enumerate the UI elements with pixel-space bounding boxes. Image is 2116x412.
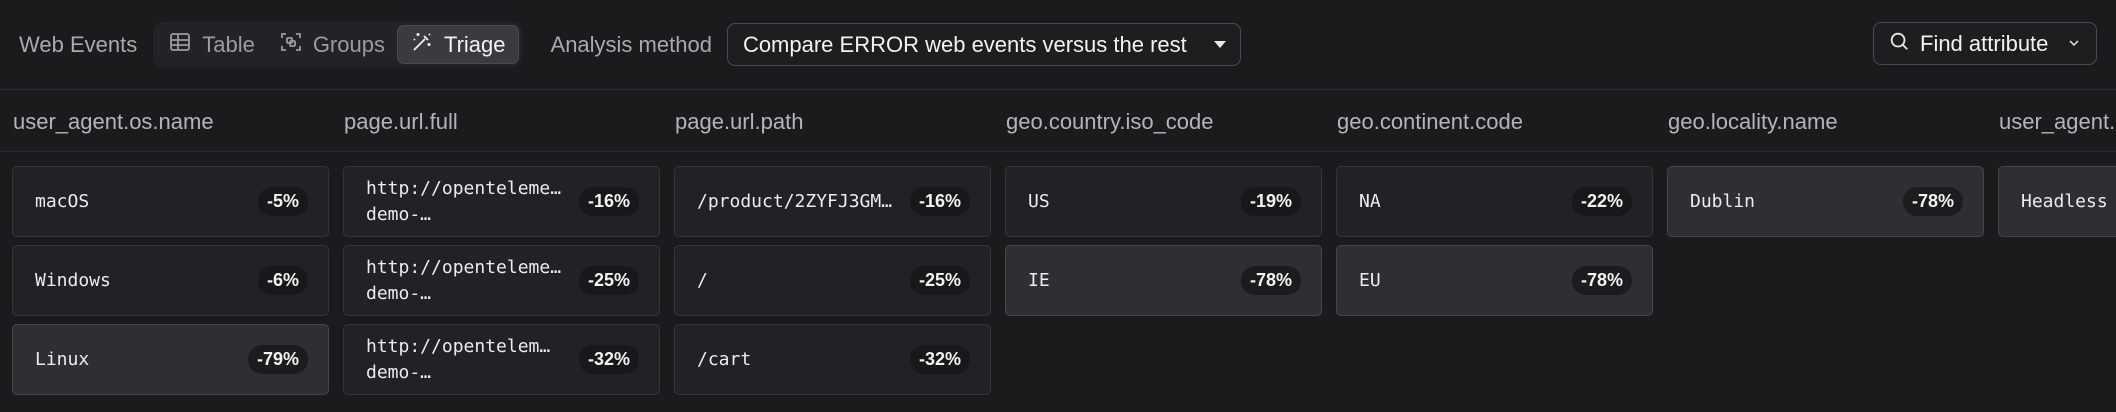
cell-value: http://opentelem… demo-… [366,334,550,386]
cell-value-line: demo-… [366,361,432,383]
column-header: user_agent.os.name [13,109,214,134]
attribute-column: /product/2ZYFJ3GM… -16% / -25% /cart -32… [674,166,991,403]
cell-value: IE [1028,270,1050,291]
value-cell[interactable]: Windows -6% [12,245,329,316]
percent-badge: -16% [909,187,970,216]
value-cell[interactable]: NA -22% [1336,166,1653,237]
column-header-row: user_agent.os.name page.url.full page.ur… [0,92,2116,152]
tab-triage[interactable]: Triage [396,25,519,64]
tab-groups-label: Groups [312,31,385,57]
percent-badge: -79% [247,345,308,374]
attribute-column: Dublin -78% [1667,166,1984,245]
cell-value-line: demo-… [366,282,432,304]
tab-groups[interactable]: Groups [267,25,397,64]
attribute-column: NA -22% EU -78% [1336,166,1653,324]
attribute-grid: user_agent.os.name page.url.full page.ur… [0,92,2116,412]
value-cell[interactable]: US -19% [1005,166,1322,237]
chevron-down-icon [2066,31,2082,57]
caret-down-icon [1213,41,1226,48]
percent-badge: -19% [1240,187,1301,216]
analysis-method-value: Compare ERROR web events versus the rest [742,31,1187,57]
percent-badge: -78% [1571,266,1632,295]
find-attribute-label: Find attribute [1920,30,2049,56]
cell-value: /cart [697,349,752,370]
percent-badge: -25% [909,266,970,295]
find-attribute-button[interactable]: Find attribute [1873,22,2097,65]
magic-wand-icon [410,30,434,60]
attribute-column: macOS -5% Windows -6% Linux -79% [12,166,329,403]
cell-value: Dublin [1690,191,1756,212]
value-cell[interactable]: IE -78% [1005,245,1322,316]
percent-badge: -32% [578,345,639,374]
value-cell[interactable]: EU -78% [1336,245,1653,316]
view-switcher: Table Groups Triage [153,22,522,67]
value-cell[interactable]: /cart -32% [674,324,991,395]
percent-badge: -5% [257,187,308,216]
cell-value: Linux [35,349,90,370]
attribute-column: Headless [1998,166,2116,245]
value-cell[interactable]: / -25% [674,245,991,316]
value-cell[interactable]: http://openteleme… demo-… -16% [343,166,660,237]
value-cell[interactable]: Headless [1998,166,2116,237]
cell-value: NA [1359,191,1381,212]
cell-value-line: demo-… [366,203,432,225]
value-cell[interactable]: http://openteleme… demo-… -25% [343,245,660,316]
percent-badge: -78% [1902,187,1963,216]
attribute-column: US -19% IE -78% [1005,166,1322,324]
cell-value: Windows [35,270,111,291]
value-cell[interactable]: Dublin -78% [1667,166,1984,237]
cell-value: http://openteleme… demo-… [366,176,561,228]
toolbar: Web Events Table Groups Triage Analysis … [0,0,2116,90]
column-header: user_agent. [1999,109,2116,134]
column-header: geo.continent.code [1337,109,1523,134]
page-title: Web Events [19,31,138,57]
search-icon [1888,30,1910,58]
cell-value-line: http://openteleme… [366,177,562,199]
cell-value: http://openteleme… demo-… [366,255,561,307]
percent-badge: -32% [909,345,970,374]
column-header: geo.locality.name [1668,109,1838,134]
value-cell[interactable]: macOS -5% [12,166,329,237]
cell-value: US [1028,191,1050,212]
cell-value: /product/2ZYFJ3GM… [697,191,893,212]
cell-value-line: http://openteleme… [366,256,562,278]
cell-value: EU [1359,270,1381,291]
tab-table-label: Table [202,31,255,57]
percent-badge: -22% [1571,187,1632,216]
value-cell[interactable]: Linux -79% [12,324,329,395]
column-header: page.url.path [675,109,804,134]
percent-badge: -16% [578,187,639,216]
value-cell[interactable]: http://opentelem… demo-… -32% [343,324,660,395]
table-icon [168,30,192,60]
cell-value: macOS [35,191,90,212]
attribute-column: http://openteleme… demo-… -16% http://op… [343,166,660,403]
percent-badge: -78% [1240,266,1301,295]
value-cell[interactable]: /product/2ZYFJ3GM… -16% [674,166,991,237]
analysis-method-select[interactable]: Compare ERROR web events versus the rest [726,23,1241,66]
column-header: geo.country.iso_code [1006,109,1214,134]
cell-value-line: http://opentelem… [366,335,551,357]
percent-badge: -25% [578,266,639,295]
groups-icon [279,30,303,60]
analysis-method-label: Analysis method [550,31,712,57]
cell-value: Headless [2021,191,2108,212]
tab-triage-label: Triage [443,31,506,57]
column-header: page.url.full [344,109,458,134]
tab-table[interactable]: Table [156,25,267,64]
percent-badge: -6% [257,266,308,295]
cell-value: / [697,270,708,291]
